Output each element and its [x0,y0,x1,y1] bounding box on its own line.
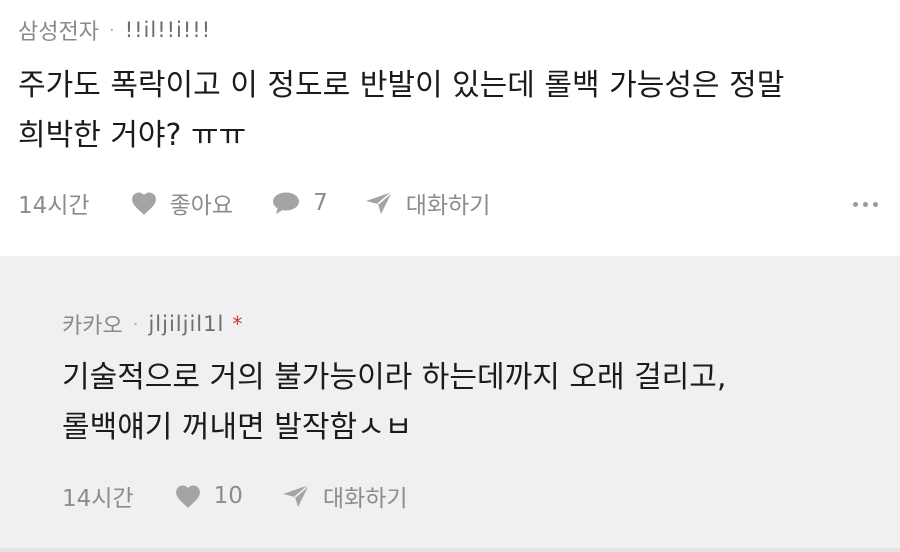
share-button[interactable]: 대화하기 [364,186,491,220]
reply-meta: 카카오 · jljiljil1l * [62,308,242,340]
paper-plane-icon [364,190,394,216]
heart-icon [174,484,202,509]
star-icon: * [232,312,243,336]
comment-text-line1: 주가도 폭락이고 이 정도로 반발이 있는데 롤백 가능성은 정말 [18,68,785,103]
comment-author[interactable]: 삼성전자 [18,14,99,46]
like-button[interactable]: 좋아요 [130,186,233,220]
comment-time: 14시간 [18,193,90,219]
comment-text-line2: 희박한 거야? ㅠㅠ [18,118,247,153]
meta-separator: · [132,313,139,335]
reply-like-count: 10 [213,483,243,509]
reply-share-label: 대화하기 [322,486,408,512]
reply-count: 7 [313,190,328,216]
reply-count-button[interactable]: 7 [271,190,328,216]
reply-nickname[interactable]: jljiljil1l [148,312,224,336]
more-dots-icon[interactable] [853,202,878,207]
reply-text-line1: 기술적으로 거의 불가능이라 하는데까지 오래 걸리고, [62,360,727,395]
comment-meta: 삼성전자 · !!il!!i!!! [18,14,211,46]
reply-share-button[interactable]: 대화하기 [281,479,408,513]
meta-separator: · [108,19,115,41]
heart-icon [130,191,158,216]
reply-actions: 14시간 10 대화하기 [62,479,408,513]
reply-text-line2: 롤백얘기 꺼내면 발작함ㅅㅂ [62,410,413,445]
comment-actions: 14시간 좋아요 7 대화하기 [18,186,490,220]
speech-bubble-icon [271,191,301,215]
reply-card: 카카오 · jljiljil1l * 기술적으로 거의 불가능이라 하는데까지 … [0,256,900,548]
paper-plane-icon [281,483,311,509]
reply-time: 14시간 [62,486,134,512]
comment-card: 삼성전자 · !!il!!i!!! 주가도 폭락이고 이 정도로 반발이 있는데… [0,0,900,252]
like-label: 좋아요 [169,193,234,219]
reply-like-button[interactable]: 10 [174,483,243,509]
comment-nickname[interactable]: !!il!!i!!! [125,18,211,42]
reply-author[interactable]: 카카오 [62,308,123,340]
bottom-divider [0,548,900,552]
share-label: 대화하기 [405,193,491,219]
